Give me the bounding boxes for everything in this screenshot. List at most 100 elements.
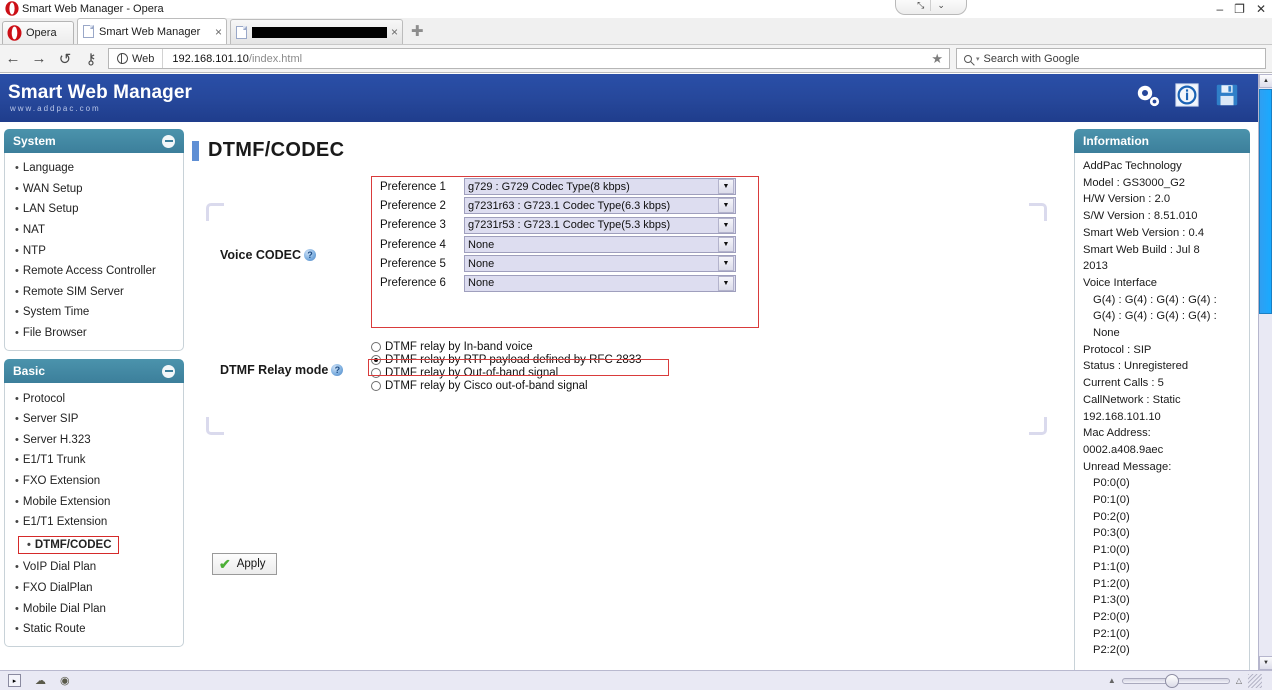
- sidebar-item-mobile-dial-plan[interactable]: • Mobile Dial Plan: [5, 598, 183, 619]
- browser-tab-1[interactable]: Smart Web Manager ×: [77, 18, 227, 44]
- sidebar-item-e1t1-trunk[interactable]: • E1/T1 Trunk: [5, 450, 183, 471]
- address-bar[interactable]: Web 192.168.101.10/index.html ★: [108, 48, 950, 69]
- panel-toggle-icon[interactable]: ▸: [8, 674, 21, 687]
- zoom-slider-knob[interactable]: [1164, 673, 1179, 688]
- page-favicon: [236, 25, 247, 39]
- collapse-icon[interactable]: [162, 134, 175, 148]
- sidebar-panel-basic: Basic • Protocol • Server SIP • Server H.32…: [4, 359, 184, 648]
- information-panel-header: Information: [1074, 129, 1250, 153]
- sidebar-item-lan-setup[interactable]: • LAN Setup: [5, 199, 183, 220]
- preference-5-select[interactable]: None ▼: [464, 255, 736, 273]
- apply-button[interactable]: ✔ Apply: [212, 553, 277, 575]
- frame-corner-top-left: [206, 203, 224, 221]
- chevron-down-icon[interactable]: ▼: [718, 198, 734, 214]
- sidebar-item-nat[interactable]: • NAT: [5, 220, 183, 241]
- sidebar-item-protocol[interactable]: • Protocol: [5, 388, 183, 409]
- sidebar-item-remote-sim-server[interactable]: • Remote SIM Server: [5, 282, 183, 303]
- window-controls: – ❐ ✕: [1216, 0, 1266, 18]
- sidebar-item-ntp[interactable]: • NTP: [5, 240, 183, 261]
- zoom-out-marker-icon[interactable]: ▲: [1108, 676, 1116, 685]
- new-tab-icon[interactable]: ✚: [411, 22, 424, 40]
- bullet-icon: •: [15, 265, 19, 278]
- restore-button[interactable]: ❐: [1234, 3, 1245, 15]
- dtmf-option-cisco-outofband[interactable]: DTMF relay by Cisco out-of-band signal: [371, 380, 701, 393]
- speed-dial-icon[interactable]: ◉: [60, 674, 70, 687]
- sidebar-item-voip-dial-plan[interactable]: • VoIP Dial Plan: [5, 557, 183, 578]
- sidebar-item-server-h323[interactable]: • Server H.323: [5, 430, 183, 451]
- info-line: Unread Message:: [1083, 460, 1172, 473]
- voice-codec-box: Preference 1 g729 : G729 Codec Type(8 kb…: [371, 176, 759, 328]
- chevron-down-icon[interactable]: ⌄: [937, 0, 945, 11]
- preference-2-select[interactable]: g7231r63 : G723.1 Codec Type(6.3 kbps) ▼: [464, 197, 736, 215]
- page-scrollbar[interactable]: ▲ ▼: [1258, 74, 1272, 670]
- tab-group-pill[interactable]: ⤡ ⌄: [895, 0, 967, 15]
- help-icon[interactable]: ?: [331, 364, 344, 376]
- radio-icon-selected[interactable]: [371, 354, 381, 365]
- sidebar-panel-header[interactable]: System: [4, 129, 184, 153]
- sidebar-item-server-sip[interactable]: • Server SIP: [5, 409, 183, 430]
- cloud-icon[interactable]: ☁: [35, 674, 46, 687]
- bullet-icon: •: [15, 433, 19, 446]
- sidebar-panel-header[interactable]: Basic: [4, 359, 184, 384]
- reload-icon[interactable]: ↺: [52, 46, 78, 72]
- opera-menu-button[interactable]: Opera: [2, 21, 74, 44]
- sidebar-item-language[interactable]: • Language: [5, 158, 183, 179]
- sidebar-panel-title: Basic: [13, 364, 46, 379]
- main-content: DTMF/CODEC Voice CODEC ? Preference 1 g7…: [192, 129, 1058, 669]
- dtmf-option-outofband[interactable]: DTMF relay by Out-of-band signal: [371, 366, 701, 379]
- chevron-down-icon[interactable]: ▼: [718, 179, 734, 195]
- close-button[interactable]: ✕: [1256, 3, 1266, 15]
- bookmark-star-icon[interactable]: ★: [931, 51, 943, 67]
- dtmf-option-inband[interactable]: DTMF relay by In-band voice: [371, 340, 701, 353]
- save-icon[interactable]: [1214, 82, 1242, 110]
- search-input[interactable]: ▾ Search with Google: [956, 48, 1266, 69]
- sidebar-item-system-time[interactable]: • System Time: [5, 302, 183, 323]
- minimize-button[interactable]: –: [1216, 3, 1223, 15]
- sidebar-item-file-browser[interactable]: • File Browser: [5, 323, 183, 344]
- sidebar-item-label: Mobile Dial Plan: [22, 602, 106, 615]
- security-key-icon[interactable]: ⚷: [78, 46, 104, 72]
- scroll-up-button[interactable]: ▲: [1259, 74, 1272, 88]
- chevron-down-icon[interactable]: ▼: [718, 217, 734, 233]
- info-icon[interactable]: [1174, 82, 1202, 110]
- tab-close-icon[interactable]: ×: [215, 25, 222, 39]
- sidebar-item-mobile-extension[interactable]: • Mobile Extension: [5, 491, 183, 512]
- browser-status-bar: ▸ ☁ ◉ ▲ △: [0, 670, 1272, 690]
- back-icon[interactable]: ←: [0, 46, 26, 72]
- tab-close-icon[interactable]: ×: [391, 25, 398, 39]
- radio-icon[interactable]: [371, 341, 381, 352]
- scrollbar-thumb[interactable]: [1259, 89, 1272, 314]
- zoom-slider[interactable]: ▲ △: [1108, 673, 1262, 688]
- zoom-slider-track[interactable]: [1121, 673, 1230, 688]
- gear-icon[interactable]: [1134, 82, 1162, 110]
- chevron-down-icon[interactable]: ▼: [718, 275, 734, 291]
- preference-4-select[interactable]: None ▼: [464, 236, 736, 254]
- preference-6-select[interactable]: None ▼: [464, 274, 736, 292]
- window-resize-grip[interactable]: [1248, 673, 1262, 688]
- help-icon[interactable]: ?: [304, 249, 317, 261]
- scroll-down-button[interactable]: ▼: [1259, 656, 1272, 670]
- chevron-down-icon[interactable]: ▼: [718, 256, 734, 272]
- radio-icon[interactable]: [371, 367, 381, 378]
- sidebar-item-fxo-dialplan[interactable]: • FXO DialPlan: [5, 578, 183, 599]
- collapse-icon[interactable]: [162, 364, 175, 378]
- dtmf-option-rfc2833[interactable]: DTMF relay by RTP payload defined by RFC…: [371, 353, 701, 366]
- address-scope-chip[interactable]: Web: [109, 49, 164, 68]
- dtmf-option-label: DTMF relay by Out-of-band signal: [385, 366, 559, 379]
- browser-tab-2[interactable]: ×: [230, 19, 404, 44]
- preference-1-select[interactable]: g729 : G729 Codec Type(8 kbps) ▼: [464, 178, 736, 196]
- radio-icon[interactable]: [371, 381, 381, 392]
- preference-3-select[interactable]: g7231r53 : G723.1 Codec Type(5.3 kbps) ▼: [464, 216, 736, 234]
- sidebar-item-wan-setup[interactable]: • WAN Setup: [5, 179, 183, 200]
- forward-icon[interactable]: →: [26, 46, 52, 72]
- sidebar-item-dtmf-codec[interactable]: • DTMF/CODEC: [18, 535, 119, 554]
- sidebar-item-static-route[interactable]: • Static Route: [5, 619, 183, 640]
- zoom-in-marker-icon[interactable]: △: [1236, 676, 1242, 685]
- sidebar-item-remote-access-controller[interactable]: • Remote Access Controller: [5, 261, 183, 282]
- sidebar-item-e1t1-extension[interactable]: • E1/T1 Extension: [5, 512, 183, 533]
- sidebar-item-label: WAN Setup: [22, 182, 83, 195]
- sidebar-item-fxo-extension[interactable]: • FXO Extension: [5, 471, 183, 492]
- chevron-down-icon[interactable]: ▾: [976, 55, 980, 63]
- chevron-down-icon[interactable]: ▼: [718, 237, 734, 253]
- expand-icon[interactable]: ⤡: [917, 0, 924, 11]
